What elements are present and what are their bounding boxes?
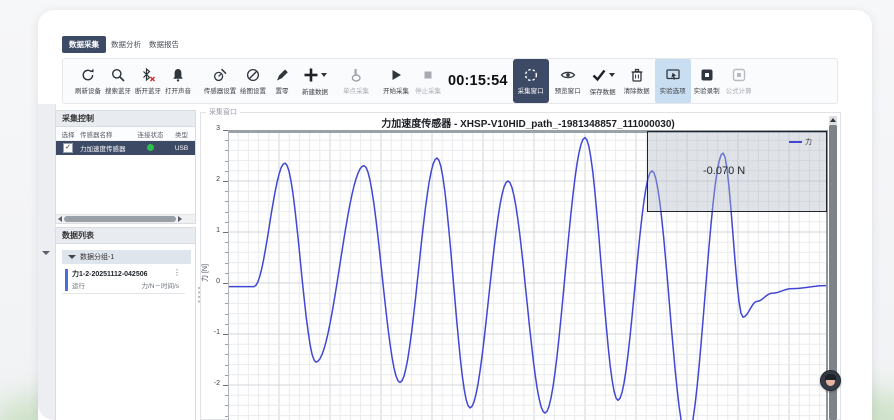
scroll-right-icon[interactable] xyxy=(178,216,182,222)
zero-pen-icon xyxy=(274,67,290,83)
sensor-type: USB xyxy=(169,145,194,152)
dropdown-caret-icon[interactable] xyxy=(609,73,615,77)
hand-pointer-icon xyxy=(348,67,364,83)
y-axis-tick-label: 3 xyxy=(205,125,220,132)
start-collect-button[interactable]: 开始采集 xyxy=(381,60,411,102)
eye-icon xyxy=(560,67,576,83)
data-list-panel: 数据列表 数据分组-1 力1-2-20251112-042506 ⋮ 运行 力/… xyxy=(55,227,196,420)
new-data-button[interactable]: 新建数据 xyxy=(295,60,335,102)
y-axis-tick-label: -1 xyxy=(205,329,220,336)
search-bluetooth-button[interactable]: 搜索蓝牙 xyxy=(103,60,133,102)
sensor-settings-icon xyxy=(212,67,228,83)
stop-collect-button[interactable]: 停止采集 xyxy=(413,60,443,102)
data-item-status: 运行 xyxy=(72,280,85,290)
y-axis-tick-label: 2 xyxy=(205,176,220,183)
toolbar: 刷新设备 搜索蓝牙 断开蓝牙 打开声音 传感器设置 绘图设置 置零 新建数据 xyxy=(62,58,838,104)
horizontal-scrollbar[interactable] xyxy=(56,214,195,223)
data-list-title: 数据列表 xyxy=(56,228,195,244)
preview-window-button[interactable]: 预览窗口 xyxy=(551,60,585,102)
group-expand-icon[interactable] xyxy=(68,255,76,259)
assistant-avatar-button[interactable] xyxy=(820,370,841,391)
experiment-options-button[interactable]: 实验选项 xyxy=(655,59,691,103)
plot-settings-icon xyxy=(245,67,261,83)
sensor-table-header: 选择 传感器名称 连接状态 类型 xyxy=(56,127,195,141)
bluetooth-disconnect-icon xyxy=(140,67,156,83)
sensor-settings-button[interactable]: 传感器设置 xyxy=(203,60,237,102)
experiment-record-button[interactable]: 实验录制 xyxy=(691,60,723,102)
collect-window-groupbox-label: 采集窗口 xyxy=(206,107,240,117)
dashed-circle-icon xyxy=(523,67,539,83)
single-point-collect-button[interactable]: 单点采集 xyxy=(341,60,371,102)
collapse-panel-icon[interactable] xyxy=(42,251,50,255)
scroll-left-icon[interactable] xyxy=(58,216,62,222)
tab-data-collect[interactable]: 数据采集 xyxy=(62,36,106,53)
y-axis-tick-label: 0 xyxy=(205,278,220,285)
data-item-title: 力1-2-20251112-042506 xyxy=(72,269,148,279)
y-axis-tick-label: 1 xyxy=(205,227,220,234)
item-menu-icon[interactable]: ⋮ xyxy=(173,268,181,277)
horizontal-scrollbar-thumb[interactable] xyxy=(64,216,176,222)
collect-window-button[interactable]: 采集窗口 xyxy=(513,59,549,103)
search-icon xyxy=(110,67,126,83)
sensor-table-row[interactable]: ✓ 力加速度传感器 USB xyxy=(56,141,195,155)
collection-control-title: 采集控制 xyxy=(56,111,195,127)
screen-pointer-icon xyxy=(665,67,681,83)
data-group-label: 数据分组-1 xyxy=(80,252,114,262)
refresh-device-button[interactable]: 刷新设备 xyxy=(73,60,103,102)
disconnect-bluetooth-button[interactable]: 断开蓝牙 xyxy=(133,60,163,102)
avatar-hair xyxy=(825,374,836,380)
app-screenshot: 数据采集 数据分析 数据报告 刷新设备 搜索蓝牙 断开蓝牙 打开声音 传感器设置… xyxy=(0,0,894,420)
annotation-value: -0.070 N xyxy=(703,165,745,177)
formula-icon xyxy=(731,67,747,83)
add-icon xyxy=(303,67,319,83)
save-data-button[interactable]: 保存数据 xyxy=(585,60,621,102)
zero-button[interactable]: 置零 xyxy=(269,60,295,102)
legend-label: 力 xyxy=(805,137,812,147)
chart-title: 力加速度传感器 - XHSP-V10HID_path_-1981348857_1… xyxy=(238,115,818,130)
data-group-header[interactable]: 数据分组-1 xyxy=(62,250,191,264)
collection-control-panel: 采集控制 选择 传感器名称 连接状态 类型 ✓ 力加速度传感器 USB xyxy=(55,110,196,224)
legend-line-swatch xyxy=(789,141,802,143)
formula-calc-button[interactable]: 公式计算 xyxy=(723,60,755,102)
data-list-item[interactable]: 力1-2-20251112-042506 ⋮ 运行 力/N－时间/s xyxy=(62,266,185,294)
left-collapse-strip xyxy=(38,104,56,420)
check-icon xyxy=(591,67,607,83)
collect-timer: 00:15:54 xyxy=(448,73,508,89)
item-accent-bar xyxy=(65,269,68,291)
data-item-axes: 力/N－时间/s xyxy=(141,280,179,290)
plot-settings-button[interactable]: 绘图设置 xyxy=(237,60,269,102)
y-axis-tick-label: -2 xyxy=(205,380,220,387)
stop-icon xyxy=(420,67,436,83)
checkbox-checked-icon[interactable]: ✓ xyxy=(63,143,73,153)
dropdown-caret-icon[interactable] xyxy=(321,73,327,77)
refresh-icon xyxy=(80,67,96,83)
play-icon xyxy=(388,67,404,83)
trash-icon xyxy=(629,67,645,83)
sound-button[interactable]: 打开声音 xyxy=(163,60,193,102)
chart-legend: 力 xyxy=(789,137,812,147)
sensor-name: 力加速度传感器 xyxy=(80,143,132,153)
record-screen-icon xyxy=(699,67,715,83)
tab-data-report[interactable]: 数据报告 xyxy=(142,36,186,53)
clear-data-button[interactable]: 清除数据 xyxy=(621,60,653,102)
scroll-up-icon[interactable] xyxy=(830,118,836,122)
bell-icon xyxy=(170,67,186,83)
status-connected-dot xyxy=(147,144,154,151)
